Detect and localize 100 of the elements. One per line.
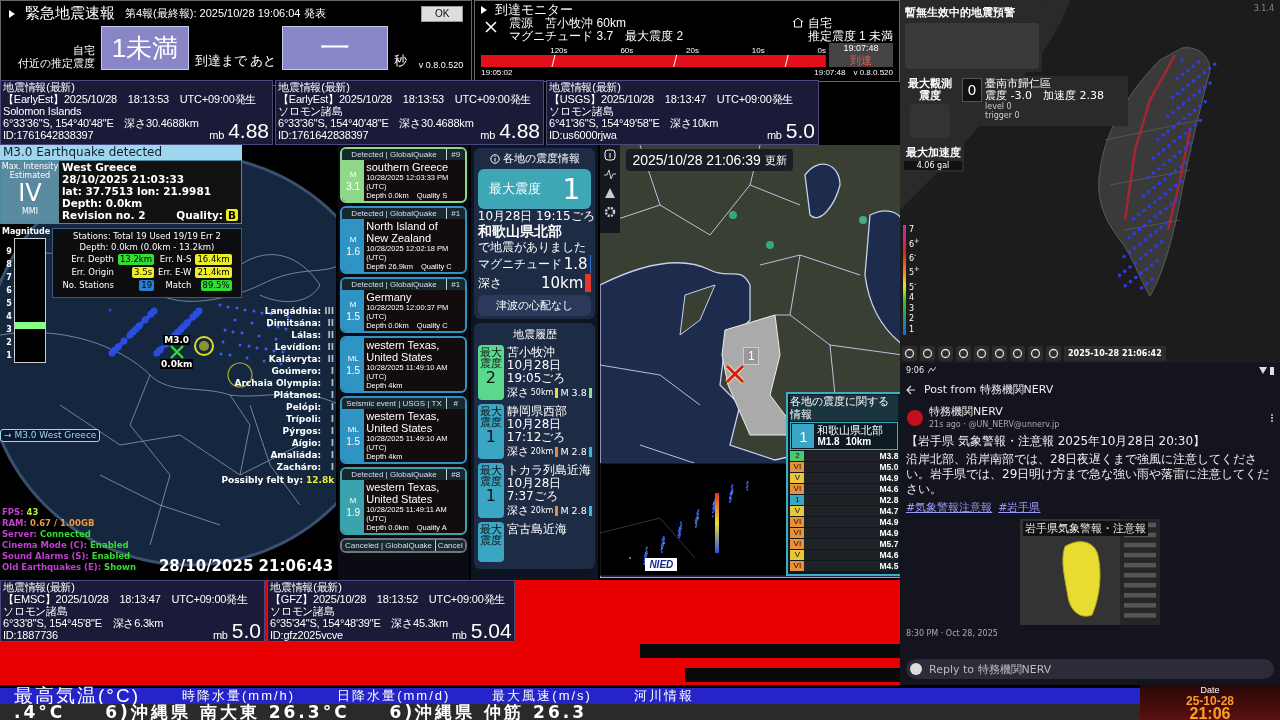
card-header: 地震情報(最新)	[278, 81, 351, 93]
ok-button[interactable]: OK	[421, 5, 464, 22]
scale-label: 1	[909, 325, 916, 335]
stat-label: Match	[165, 280, 192, 292]
warning-icon[interactable]	[604, 187, 617, 200]
magnitude-value: M5.7	[879, 539, 899, 550]
event-list-entry[interactable]: → M3.0 West Greece	[0, 429, 101, 443]
status-value: Connected	[40, 529, 91, 541]
event-source: Canceled | GlobalQuake	[342, 540, 436, 552]
stat-value: 16.4km	[195, 254, 232, 266]
hashtag-link[interactable]: #岩手県	[998, 499, 1041, 515]
battery-icon	[1270, 366, 1274, 375]
meter-tick: 7	[6, 273, 12, 284]
status-value: Enabled	[91, 551, 131, 563]
place-name: Amaliáda:	[270, 449, 322, 462]
place-name: Lálas:	[291, 329, 322, 342]
back-arrow-icon[interactable]	[906, 384, 916, 395]
post-meta: 21s ago · @UN_NERV@unnerv.jp	[929, 418, 1060, 431]
meter-tick: 4	[6, 312, 12, 323]
hashtag-link[interactable]: #気象警報注意報	[906, 499, 993, 515]
panel-title: 各地の震度情報	[502, 151, 580, 167]
intensity-badge: VI	[790, 517, 805, 528]
intensity-badge: VI	[790, 561, 805, 572]
post-time: 8:30 PM · Oct 28, 2025	[906, 628, 999, 638]
region-name: North Island of New Zealand	[366, 220, 439, 245]
end-time: 19:07:48	[814, 68, 846, 77]
magnitude-value: M4.5	[879, 561, 899, 572]
magnitude-type: ML	[347, 424, 359, 434]
seconds-unit: 秒	[394, 53, 408, 70]
panel-title: 到達モニター	[495, 0, 574, 17]
event-id: ID:1761642838397	[278, 129, 370, 141]
magnitude-value: M4.9	[879, 473, 899, 484]
felt-intensity: III	[324, 305, 335, 318]
magnitude-label: マグニチュード	[477, 257, 562, 272]
card-title: 各地の震度に関する情報	[790, 395, 899, 422]
stat-label: Err. Origin	[71, 267, 114, 279]
intensity-label: 最大震度	[479, 465, 503, 488]
intensity-badge: VI	[790, 462, 805, 473]
epicenter-cross-icon	[724, 363, 747, 386]
status-label: RAM:	[2, 518, 27, 530]
event-number: #9	[450, 149, 462, 161]
stat-label: Err. N-S	[159, 254, 192, 266]
place-name: Archaia Olympia:	[234, 377, 322, 390]
post-headline: 【岩手県 気象警報・注意報 2025年10月28日 20:30】	[906, 433, 1207, 449]
avatar-icon	[906, 408, 924, 427]
felt-intensity: II	[327, 341, 335, 354]
depth-value: 20km	[530, 447, 554, 457]
stat-value: 89.5%	[200, 280, 232, 292]
intensity-badge: 0	[962, 78, 982, 102]
magnitude-value: 5.0	[785, 121, 815, 141]
magnitude-value: 1.6	[346, 245, 361, 257]
status-value: Enabled	[90, 540, 129, 552]
max-acceleration-value: 4.06 gal	[904, 161, 962, 170]
epicenter-cross-icon	[169, 345, 184, 360]
magnitude-value: 5.04	[470, 621, 512, 642]
coordinates: 6°41'36"S, 154°49'58"E 深さ10km	[549, 117, 720, 129]
depth-value: 10km	[541, 274, 584, 293]
event-time: 28/10/2025 21:03:33	[62, 173, 185, 186]
place-name: Pýrgos:	[282, 425, 322, 438]
warning-title: 暫無生效中的地震預警	[905, 5, 1016, 20]
tick-label: 0s	[817, 46, 826, 55]
region-name: 和歌山県北部	[817, 424, 884, 437]
status-label: Cinema Mode (C):	[2, 540, 88, 552]
place-name: Dimitsána:	[266, 317, 322, 330]
intensity-scale: MMI	[21, 207, 39, 217]
intensity-badge: VI	[790, 539, 805, 550]
region-name: southern Greece	[366, 161, 450, 174]
stations-summary: Stations: Total 19 Used 19/19 Err 2	[73, 231, 221, 243]
region-name: western Texas, United States	[366, 481, 441, 506]
stat-value: 3.5s	[132, 267, 155, 279]
history-title: 地震履歴	[511, 327, 558, 344]
region-name: ソロモン諸島	[549, 105, 615, 117]
depth-label: 深さ	[506, 385, 529, 401]
felt-intensity: I	[330, 377, 335, 390]
more-icon[interactable]	[1270, 412, 1274, 423]
stat-value: 13.2km	[117, 254, 155, 266]
magnitude-value: M1.8	[817, 436, 840, 449]
column-heading: 時降水量(mm/h)	[182, 687, 296, 703]
magnitude-value: M 3.8	[560, 387, 587, 399]
intensity-label: 最大震度	[479, 347, 503, 370]
bullet-icon	[481, 5, 488, 14]
event-location: lat: 37.7513 lon: 21.9981	[62, 185, 212, 198]
date-value: 25-10-28	[1185, 696, 1234, 707]
max-intensity-label: 最大觀測震度	[907, 78, 953, 102]
card-header: 地震情報(最新)	[3, 81, 76, 93]
event-id: ID:1761642838397	[3, 129, 95, 141]
meter-tick: 9	[6, 247, 12, 258]
depth-value: 20km	[530, 506, 554, 516]
magnitude-type: M	[349, 169, 357, 179]
avatar-icon	[910, 663, 922, 675]
reply-field[interactable]: Reply to 特務機関NERV	[927, 661, 1270, 677]
event-note: で地震がありました	[477, 240, 587, 255]
quality-grade: B	[226, 209, 238, 222]
info-icon[interactable]	[604, 149, 617, 162]
felt-intensity: I	[330, 437, 335, 450]
stat-value: 21.4km	[195, 267, 232, 279]
event-number: #1	[450, 279, 462, 291]
reply-bar[interactable]: Reply to 特務機関NERV	[906, 659, 1274, 679]
waveform-icon[interactable]	[604, 168, 617, 181]
scale-label: 6$^{+}$	[909, 235, 920, 250]
